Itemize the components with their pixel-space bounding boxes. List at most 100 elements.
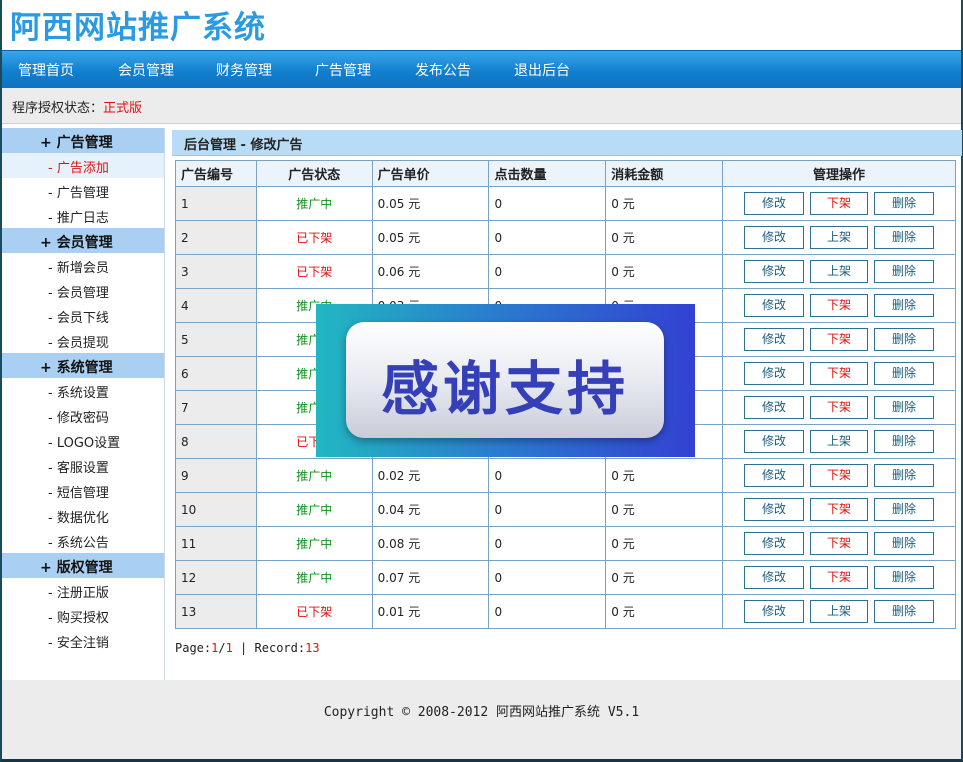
cell-clicks: 0 — [488, 220, 607, 255]
cell-actions: 修改 上架 删除 — [722, 220, 956, 255]
footer-copyright: Copyright © 2008-2012 阿西网站推广系统 V5.1 — [323, 705, 640, 720]
cell-id: 4 — [175, 288, 257, 323]
nav-item-members[interactable]: 会员管理 — [118, 60, 174, 80]
edit-button[interactable]: 修改 — [744, 328, 805, 351]
cell-clicks: 0 — [488, 526, 607, 561]
delete-button[interactable]: 删除 — [874, 532, 935, 555]
sidebar-group-ads[interactable]: + 广告管理 — [2, 128, 164, 153]
table-row: 13 已下架 0.01 元00 元修改 上架 删除 — [175, 594, 956, 629]
edit-button[interactable]: 修改 — [744, 260, 805, 283]
edit-button[interactable]: 修改 — [744, 498, 805, 521]
pager-divider: | — [232, 641, 255, 655]
col-header-id: 广告编号 — [175, 160, 257, 187]
sidebar-group-license[interactable]: + 版权管理 — [2, 553, 164, 578]
sidebar-item-member-manage[interactable]: - 会员管理 — [2, 278, 164, 303]
edit-button[interactable]: 修改 — [744, 192, 805, 215]
sidebar-item-change-password[interactable]: - 修改密码 — [2, 403, 164, 428]
sidebar-item-buy-license[interactable]: - 购买授权 — [2, 603, 164, 628]
cell-price: 0.05 元 — [371, 220, 490, 255]
sidebar-item-logo-settings[interactable]: - LOGO设置 — [2, 428, 164, 453]
cell-actions: 修改 下架 删除 — [722, 560, 956, 595]
edit-button[interactable]: 修改 — [744, 396, 805, 419]
toggle-listing-button[interactable]: 下架 — [810, 464, 869, 487]
sidebar-item-sms-manage[interactable]: - 短信管理 — [2, 478, 164, 503]
delete-button[interactable]: 删除 — [874, 362, 935, 385]
edit-button[interactable]: 修改 — [744, 362, 805, 385]
cell-cost: 0 元 — [605, 526, 724, 561]
delete-button[interactable]: 删除 — [874, 566, 935, 589]
cell-id: 9 — [175, 458, 257, 493]
toggle-listing-button[interactable]: 下架 — [810, 362, 869, 385]
toggle-listing-button[interactable]: 下架 — [810, 294, 869, 317]
toggle-listing-button[interactable]: 下架 — [810, 566, 869, 589]
sidebar-item-promo-log[interactable]: - 推广日志 — [2, 203, 164, 228]
page: 阿西网站推广系统 管理首页 会员管理 财务管理 广告管理 发布公告 退出后台 程… — [0, 0, 963, 762]
edit-button[interactable]: 修改 — [744, 294, 805, 317]
delete-button[interactable]: 删除 — [874, 328, 935, 351]
nav-item-home[interactable]: 管理首页 — [18, 60, 74, 80]
delete-button[interactable]: 删除 — [874, 430, 935, 453]
edit-button[interactable]: 修改 — [744, 600, 805, 623]
delete-button[interactable]: 删除 — [874, 294, 935, 317]
toggle-listing-button[interactable]: 上架 — [810, 226, 869, 249]
sidebar-item-system-notice[interactable]: - 系统公告 — [2, 528, 164, 553]
toggle-listing-button[interactable]: 下架 — [810, 328, 869, 351]
sidebar-item-support-settings[interactable]: - 客服设置 — [2, 453, 164, 478]
cell-id: 7 — [175, 390, 257, 425]
nav-item-announce[interactable]: 发布公告 — [415, 60, 471, 80]
col-header-status: 广告状态 — [255, 160, 373, 187]
edit-button[interactable]: 修改 — [744, 566, 805, 589]
cell-cost: 0 元 — [605, 186, 724, 221]
toggle-listing-button[interactable]: 上架 — [810, 260, 869, 283]
sidebar-item-system-settings[interactable]: - 系统设置 — [2, 378, 164, 403]
cell-actions: 修改 上架 删除 — [722, 424, 956, 459]
delete-button[interactable]: 删除 — [874, 600, 935, 623]
delete-button[interactable]: 删除 — [874, 192, 935, 215]
sidebar-item-register[interactable]: - 注册正版 — [2, 578, 164, 603]
delete-button[interactable]: 删除 — [874, 498, 935, 521]
cell-id: 12 — [175, 560, 257, 595]
sidebar-item-new-member[interactable]: - 新增会员 — [2, 253, 164, 278]
sidebar-item-member-withdraw[interactable]: - 会员提现 — [2, 328, 164, 353]
edit-button[interactable]: 修改 — [744, 430, 805, 453]
nav-item-logout[interactable]: 退出后台 — [514, 60, 570, 80]
cell-status: 已下架 — [255, 254, 373, 289]
sidebar-item-ad-add[interactable]: - 广告添加 — [2, 153, 164, 178]
toggle-listing-button[interactable]: 下架 — [810, 192, 869, 215]
cell-cost: 0 元 — [605, 254, 724, 289]
sidebar-item-data-optimize[interactable]: - 数据优化 — [2, 503, 164, 528]
sidebar-item-member-downline[interactable]: - 会员下线 — [2, 303, 164, 328]
cell-status: 推广中 — [255, 526, 373, 561]
delete-button[interactable]: 删除 — [874, 226, 935, 249]
cell-id: 2 — [175, 220, 257, 255]
table-row: 2 已下架 0.05 元00 元修改 上架 删除 — [175, 220, 956, 255]
edit-button[interactable]: 修改 — [744, 464, 805, 487]
main-heading: 后台管理 - 修改广告 — [172, 130, 962, 156]
cell-clicks: 0 — [488, 458, 607, 493]
toggle-listing-button[interactable]: 上架 — [810, 600, 869, 623]
cell-clicks: 0 — [488, 186, 607, 221]
delete-button[interactable]: 删除 — [874, 396, 935, 419]
cell-price: 0.06 元 — [371, 254, 490, 289]
sidebar-item-secure-logout[interactable]: - 安全注销 — [2, 628, 164, 653]
delete-button[interactable]: 删除 — [874, 260, 935, 283]
edit-button[interactable]: 修改 — [744, 532, 805, 555]
toggle-listing-button[interactable]: 下架 — [810, 498, 869, 521]
toggle-listing-button[interactable]: 上架 — [810, 430, 869, 453]
sidebar-item-ad-manage[interactable]: - 广告管理 — [2, 178, 164, 203]
delete-button[interactable]: 删除 — [874, 464, 935, 487]
cell-price: 0.01 元 — [371, 594, 490, 629]
cell-price: 0.02 元 — [371, 458, 490, 493]
cell-id: 1 — [175, 186, 257, 221]
nav-item-finance[interactable]: 财务管理 — [216, 60, 272, 80]
pager-record-label: Record: — [254, 641, 306, 655]
toggle-listing-button[interactable]: 下架 — [810, 396, 869, 419]
cell-id: 8 — [175, 424, 257, 459]
table-header-row: 广告编号 广告状态 广告单价 点击数量 消耗金额 管理操作 — [175, 160, 956, 187]
edit-button[interactable]: 修改 — [744, 226, 805, 249]
sidebar-group-system[interactable]: + 系统管理 — [2, 353, 164, 378]
nav-item-ads[interactable]: 广告管理 — [315, 60, 371, 80]
license-status-label: 程序授权状态： — [12, 101, 104, 116]
sidebar-group-members[interactable]: + 会员管理 — [2, 228, 164, 253]
toggle-listing-button[interactable]: 下架 — [810, 532, 869, 555]
